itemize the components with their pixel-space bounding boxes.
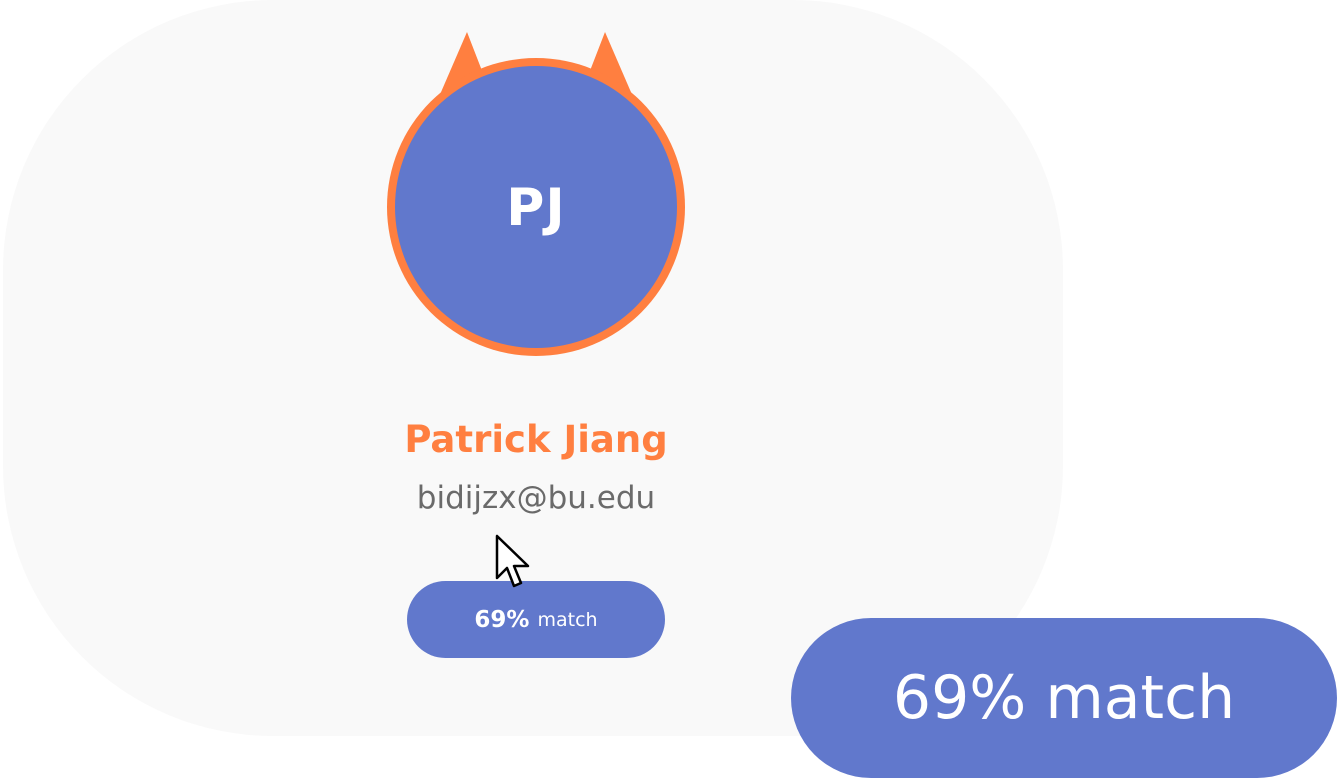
user-email: bidijzx@bu.edu <box>416 480 656 516</box>
match-label: match <box>537 608 598 631</box>
match-badge-button[interactable]: 69% match <box>407 581 665 658</box>
avatar-initials: PJ <box>506 178 566 238</box>
user-name: Patrick Jiang <box>404 418 668 461</box>
match-percent: 69% <box>474 606 530 633</box>
match-badge-enlarged[interactable]: 69% match <box>791 618 1337 778</box>
avatar[interactable]: PJ <box>383 30 689 360</box>
mouse-pointer-icon <box>495 534 530 588</box>
